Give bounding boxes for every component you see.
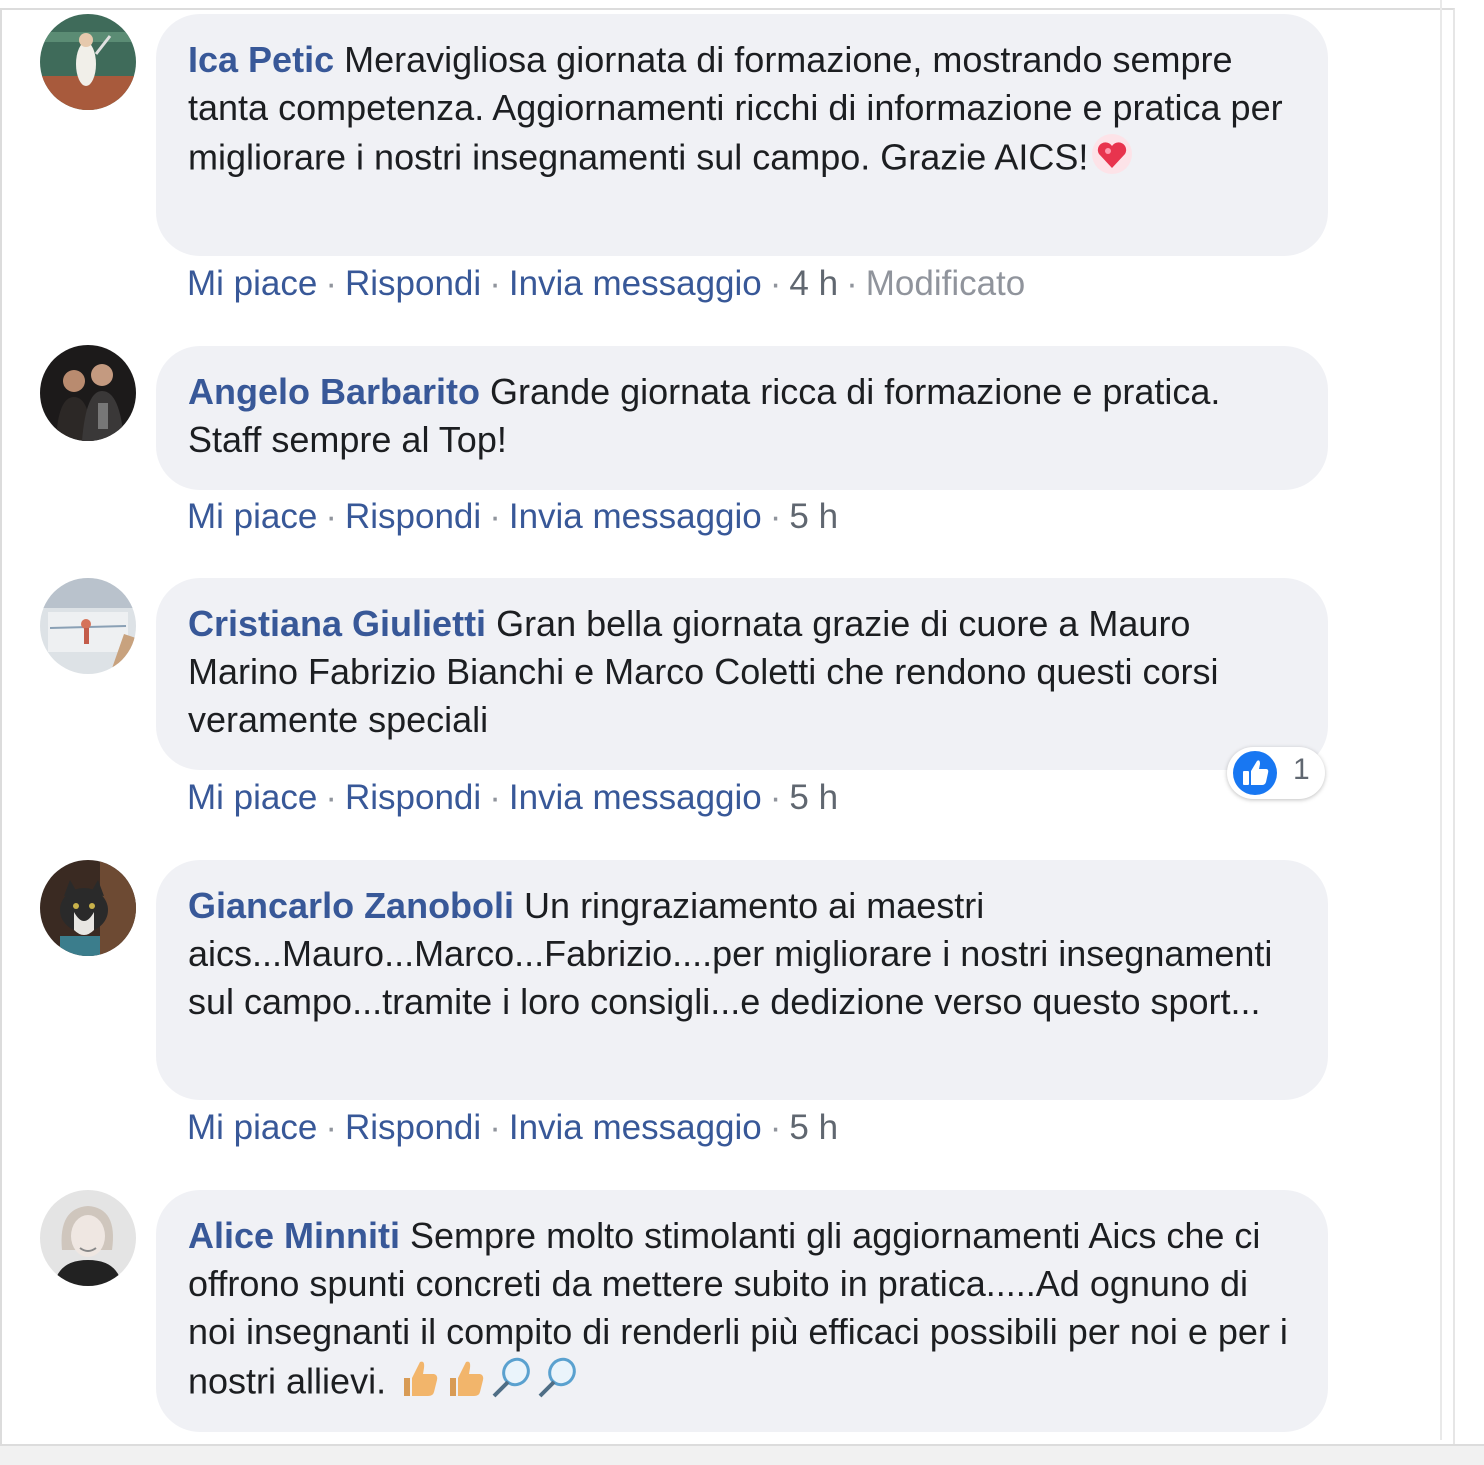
like-link[interactable]: Mi piace xyxy=(187,1108,317,1147)
comment-timestamp[interactable]: 5 h xyxy=(789,497,838,536)
separator-dot: · xyxy=(769,1108,782,1147)
tennis-racket-icon xyxy=(488,1356,534,1412)
thumbs-up-icon xyxy=(1233,751,1277,795)
tennis-racket-icon xyxy=(534,1356,580,1412)
comment-author[interactable]: Alice Minniti xyxy=(188,1215,400,1256)
send-message-link[interactable]: Invia messaggio xyxy=(509,778,762,817)
separator-dot: · xyxy=(489,264,501,303)
panel-bottom-edge xyxy=(0,1444,1484,1465)
separator-dot: · xyxy=(325,264,337,303)
edited-label[interactable]: Modificato xyxy=(866,264,1026,303)
like-link[interactable]: Mi piace xyxy=(187,778,317,817)
reply-link[interactable]: Rispondi xyxy=(345,497,481,536)
avatar-image xyxy=(40,1190,136,1286)
comment-author[interactable]: Giancarlo Zanoboli xyxy=(188,885,514,926)
comment-bubble: Cristiana Giulietti Gran bella giornata g… xyxy=(156,578,1328,770)
sparkling-heart-icon xyxy=(1088,132,1136,188)
separator-dot: · xyxy=(325,1108,337,1147)
avatar[interactable] xyxy=(40,14,136,110)
like-link[interactable]: Mi piace xyxy=(187,497,317,536)
comment-timestamp[interactable]: 5 h xyxy=(789,1108,838,1147)
reply-link[interactable]: Rispondi xyxy=(345,264,481,303)
avatar-image xyxy=(40,578,136,674)
avatar-image xyxy=(40,860,136,956)
separator-dot: · xyxy=(769,264,782,303)
comment-bubble: Giancarlo Zanoboli Un ringraziamento ai m… xyxy=(156,860,1328,1100)
separator-dot: · xyxy=(489,497,501,536)
avatar[interactable] xyxy=(40,1190,136,1286)
separator-dot: · xyxy=(846,264,858,303)
comment-actions: Mi piace · Rispondi · Invia messaggio · 5 h xyxy=(187,1108,838,1148)
comment-timestamp[interactable]: 4 h xyxy=(789,264,838,303)
avatar-image xyxy=(40,345,136,441)
comment-actions: Mi piace · Rispondi · Invia messaggio · 5 h xyxy=(187,778,838,818)
reaction-count: 1 xyxy=(1293,753,1310,786)
reply-link[interactable]: Rispondi xyxy=(345,1108,481,1147)
thumbs-up-icon xyxy=(442,1356,488,1412)
separator-dot: · xyxy=(769,497,782,536)
comment-author[interactable]: Cristiana Giulietti xyxy=(188,603,486,644)
reply-link[interactable]: Rispondi xyxy=(345,778,481,817)
avatar-image xyxy=(40,14,136,110)
separator-dot: · xyxy=(769,778,782,817)
comment-bubble: Angelo Barbarito Grande giornata ricca di… xyxy=(156,346,1328,490)
panel-right-border xyxy=(1440,0,1442,1440)
send-message-link[interactable]: Invia messaggio xyxy=(509,264,762,303)
comment-bubble: Alice Minniti Sempre molto stimolanti gli… xyxy=(156,1190,1328,1432)
comment-bubble: Ica Petic Meravigliosa giornata di formaz… xyxy=(156,14,1328,256)
comment-timestamp[interactable]: 5 h xyxy=(789,778,838,817)
separator-dot: · xyxy=(489,778,501,817)
send-message-link[interactable]: Invia messaggio xyxy=(509,497,762,536)
separator-dot: · xyxy=(489,1108,501,1147)
thumbs-up-icon xyxy=(396,1356,442,1412)
avatar[interactable] xyxy=(40,578,136,674)
separator-dot: · xyxy=(325,778,337,817)
comment-author[interactable]: Ica Petic xyxy=(188,39,334,80)
avatar[interactable] xyxy=(40,345,136,441)
reaction-badge[interactable]: 1 xyxy=(1227,747,1325,799)
comment-actions: Mi piace · Rispondi · Invia messaggio · 5 h xyxy=(187,497,838,537)
like-link[interactable]: Mi piace xyxy=(187,264,317,303)
comment-author[interactable]: Angelo Barbarito xyxy=(188,371,480,412)
avatar[interactable] xyxy=(40,860,136,956)
send-message-link[interactable]: Invia messaggio xyxy=(509,1108,762,1147)
separator-dot: · xyxy=(325,497,337,536)
comment-actions: Mi piace · Rispondi · Invia messaggio · 4 h · Mo… xyxy=(187,264,1025,304)
